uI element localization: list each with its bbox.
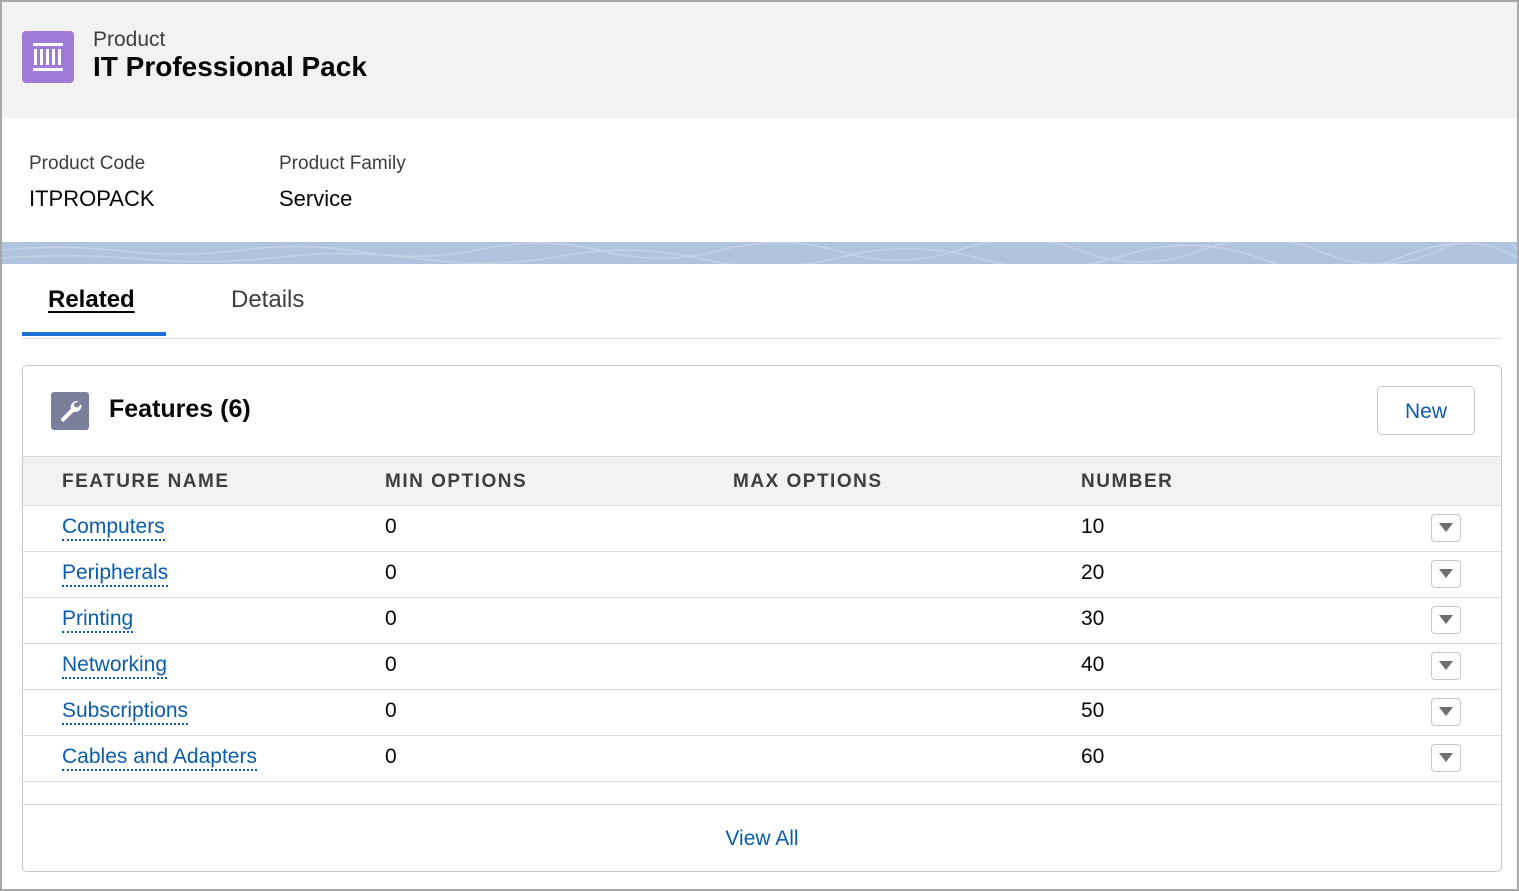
card-footer: View All <box>23 804 1501 871</box>
number-cell: 20 <box>1081 561 1105 584</box>
wrench-icon <box>51 392 89 430</box>
record-page: Product IT Professional Pack Product Cod… <box>0 0 1519 891</box>
min-options-cell: 0 <box>385 561 397 584</box>
table-row: Networking 0 40 <box>23 644 1501 690</box>
decorative-band <box>2 242 1517 264</box>
record-header: Product IT Professional Pack <box>2 2 1517 118</box>
min-options-cell: 0 <box>385 745 397 768</box>
features-title[interactable]: Features (6) <box>109 395 251 424</box>
product-barcode-icon <box>22 31 74 83</box>
product-code-label: Product Code <box>29 153 146 174</box>
number-cell: 30 <box>1081 607 1105 630</box>
feature-name-link[interactable]: Networking <box>62 653 168 679</box>
tab-details[interactable]: Details <box>231 286 304 314</box>
table-row: Peripherals 0 20 <box>23 552 1501 598</box>
number-cell: 50 <box>1081 699 1105 722</box>
feature-name-link[interactable]: Cables and Adapters <box>62 745 257 771</box>
chevron-down-icon <box>1439 615 1453 624</box>
feature-name-link[interactable]: Subscriptions <box>62 699 189 725</box>
active-tab-indicator <box>22 332 166 336</box>
table-row: Cables and Adapters 0 60 <box>23 736 1501 782</box>
number-cell: 10 <box>1081 515 1105 538</box>
chevron-down-icon <box>1439 569 1453 578</box>
column-header-max-options[interactable]: MAX OPTIONS <box>733 471 883 493</box>
object-type-label: Product <box>93 28 166 51</box>
table-body: Computers 0 10 Peripherals 0 20 Printing <box>23 506 1501 782</box>
product-code-field: Product Code ITPROPACK <box>29 153 155 212</box>
row-actions-button[interactable] <box>1431 514 1461 542</box>
chevron-down-icon <box>1439 523 1453 532</box>
min-options-cell: 0 <box>385 699 397 722</box>
feature-name-link[interactable]: Peripherals <box>62 561 169 587</box>
row-actions-button[interactable] <box>1431 744 1461 772</box>
chevron-down-icon <box>1439 661 1453 670</box>
number-cell: 60 <box>1081 745 1105 768</box>
product-family-value: Service <box>279 186 353 211</box>
new-feature-button[interactable]: New <box>1377 386 1475 435</box>
row-actions-button[interactable] <box>1431 560 1461 588</box>
feature-name-link[interactable]: Printing <box>62 607 134 633</box>
table-row: Computers 0 10 <box>23 506 1501 552</box>
row-actions-button[interactable] <box>1431 652 1461 680</box>
row-actions-button[interactable] <box>1431 698 1461 726</box>
number-cell: 40 <box>1081 653 1105 676</box>
features-related-list: Features (6) New FEATURE NAME MIN OPTION… <box>22 365 1502 872</box>
row-actions-button[interactable] <box>1431 606 1461 634</box>
tab-bar: Related Details <box>22 264 1502 339</box>
product-code-value: ITPROPACK <box>29 186 155 211</box>
min-options-cell: 0 <box>385 653 397 676</box>
column-header-number[interactable]: NUMBER <box>1081 471 1173 493</box>
min-options-cell: 0 <box>385 607 397 630</box>
product-family-field: Product Family Service <box>279 153 406 212</box>
table-header: FEATURE NAME MIN OPTIONS MAX OPTIONS NUM… <box>23 456 1501 506</box>
highlights-panel: Product Code ITPROPACK Product Family Se… <box>2 118 1517 242</box>
min-options-cell: 0 <box>385 515 397 538</box>
table-row: Printing 0 30 <box>23 598 1501 644</box>
feature-name-link[interactable]: Computers <box>62 515 165 541</box>
chevron-down-icon <box>1439 753 1453 762</box>
table-row: Subscriptions 0 50 <box>23 690 1501 736</box>
record-title: IT Professional Pack <box>93 51 367 82</box>
chevron-down-icon <box>1439 707 1453 716</box>
column-header-feature-name[interactable]: FEATURE NAME <box>62 471 230 493</box>
tab-related[interactable]: Related <box>48 286 135 314</box>
view-all-link[interactable]: View All <box>725 827 798 851</box>
product-family-label: Product Family <box>279 153 406 174</box>
column-header-min-options[interactable]: MIN OPTIONS <box>385 471 527 493</box>
